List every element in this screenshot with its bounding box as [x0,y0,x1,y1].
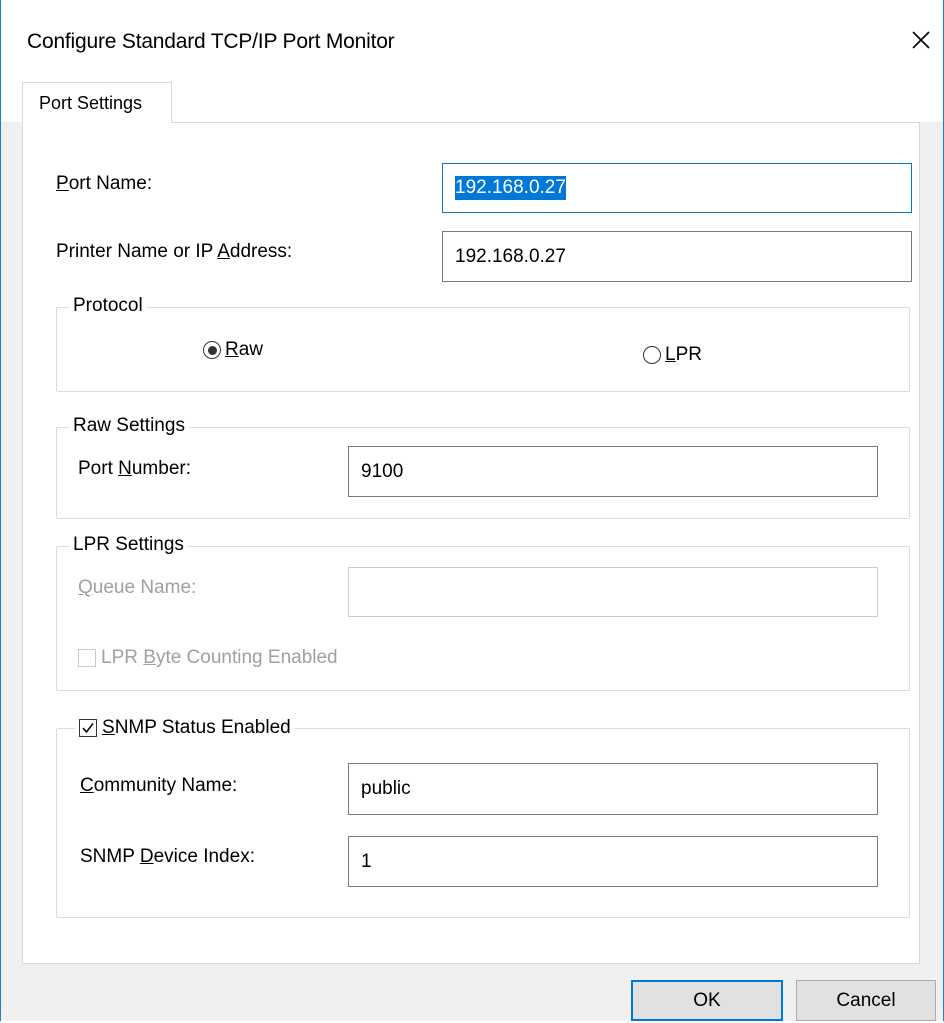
port-number-input[interactable]: 9100 [348,446,878,497]
community-name-value: public [361,778,411,799]
lpr-radio-circle [643,346,661,364]
lpr-radio[interactable]: LPR [643,344,702,366]
snmp-group [56,728,910,918]
raw-radio[interactable]: Raw [203,339,263,361]
lpr-radio-label: LPR [665,344,702,365]
printer-address-label: Printer Name or IP Address: [56,241,293,262]
tab-label: Port Settings [39,93,143,113]
printer-address-input[interactable]: 192.168.0.27 [442,231,912,282]
queue-name-input[interactable] [348,567,878,617]
port-number-value: 9100 [361,460,404,482]
checkmark-icon [82,723,94,734]
snmp-device-index-label: SNMP Device Index: [80,846,255,867]
raw-radio-circle [203,341,221,359]
raw-radio-label: Raw [225,339,264,360]
snmp-status-box [79,719,97,737]
protocol-group [56,307,910,392]
port-name-input[interactable]: 192.168.0.27 [442,163,912,213]
raw-settings-group-title: Raw Settings [69,415,189,437]
port-name-label: Port Name: [56,173,153,194]
printer-address-value: 192.168.0.27 [455,245,566,267]
tab-port-settings[interactable]: Port Settings [22,82,172,123]
lpr-byte-counting-label: LPR Byte Counting Enabled [101,647,338,668]
close-icon [912,31,930,49]
snmp-status-label: SNMP Status Enabled [102,717,291,738]
ok-button[interactable]: OK [631,980,783,1021]
lpr-settings-group-title: LPR Settings [69,534,188,556]
cancel-button[interactable]: Cancel [796,980,936,1021]
title-bar: Configure Standard TCP/IP Port Monitor [1,0,943,82]
close-button[interactable] [899,20,943,60]
port-number-label: Port Number: [78,458,191,479]
dialog-window: Configure Standard TCP/IP Port Monitor P… [0,0,944,1021]
snmp-device-index-input[interactable]: 1 [348,836,878,887]
queue-name-label: Queue Name: [78,577,197,598]
snmp-device-index-value: 1 [361,850,372,872]
protocol-group-title: Protocol [69,295,147,317]
snmp-status-checkbox[interactable]: SNMP Status Enabled [75,717,295,739]
lpr-byte-counting-checkbox[interactable]: LPR Byte Counting Enabled [78,647,338,669]
community-name-input[interactable]: public [348,763,878,815]
port-name-value: 192.168.0.27 [455,176,566,200]
lpr-byte-counting-box [78,649,96,667]
community-name-label: Community Name: [80,775,238,796]
window-title: Configure Standard TCP/IP Port Monitor [27,30,395,53]
port-settings-panel: Port Name: 192.168.0.27 Printer Name or … [22,122,920,964]
